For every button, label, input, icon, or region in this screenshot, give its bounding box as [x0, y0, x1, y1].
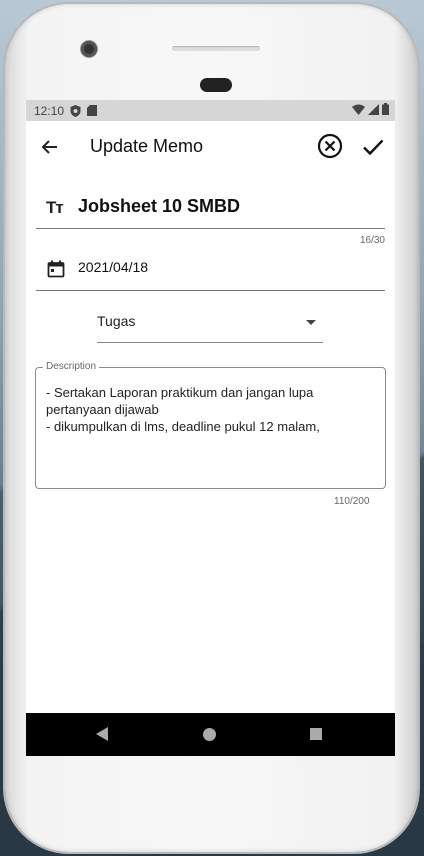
dropdown-arrow-icon[interactable]	[306, 320, 316, 325]
text-fields-icon: Tт	[46, 198, 64, 217]
description-label: Description	[43, 361, 100, 372]
category-dropdown[interactable]: Tugas	[97, 305, 323, 343]
description-text[interactable]: - Sertakan Laporan praktikum dan jangan …	[46, 384, 376, 435]
title-char-counter: 16/30	[359, 235, 385, 246]
signal-icon	[368, 103, 379, 118]
description-char-counter: 110/200	[334, 496, 370, 507]
page-title: Update Memo	[90, 136, 204, 156]
check-icon[interactable]	[361, 135, 385, 159]
speaker	[200, 78, 232, 92]
sd-card-icon	[87, 105, 98, 116]
arrow-back-icon[interactable]	[40, 137, 60, 157]
battery-icon	[382, 103, 389, 118]
category-selected[interactable]: Tugas	[97, 313, 135, 329]
status-bar: 12:10	[26, 100, 395, 121]
app-bar: Update Memo	[26, 121, 395, 173]
nav-home-icon[interactable]	[203, 728, 216, 741]
title-field[interactable]: Tт Jobsheet 10 SMBD	[36, 190, 385, 229]
date-value[interactable]: 2021/04/18	[78, 259, 148, 275]
wifi-icon	[352, 104, 365, 118]
title-input-value[interactable]: Jobsheet 10 SMBD	[78, 196, 240, 217]
nav-back-icon[interactable]	[96, 727, 108, 741]
circle-x-icon[interactable]	[317, 133, 343, 159]
date-field[interactable]: 2021/04/18	[36, 250, 385, 291]
earpiece-grille	[172, 46, 260, 51]
system-nav-bar	[26, 713, 395, 756]
description-field[interactable]: Description - Sertakan Laporan praktikum…	[35, 361, 386, 489]
nav-recents-icon[interactable]	[310, 728, 322, 740]
app-screen: 12:10 Update Memo Tт Jobsheet 10 SMBD 16…	[26, 100, 395, 756]
calendar-icon[interactable]	[47, 260, 65, 278]
shield-icon	[70, 104, 81, 117]
front-camera	[81, 41, 97, 57]
status-time: 12:10	[34, 103, 65, 118]
